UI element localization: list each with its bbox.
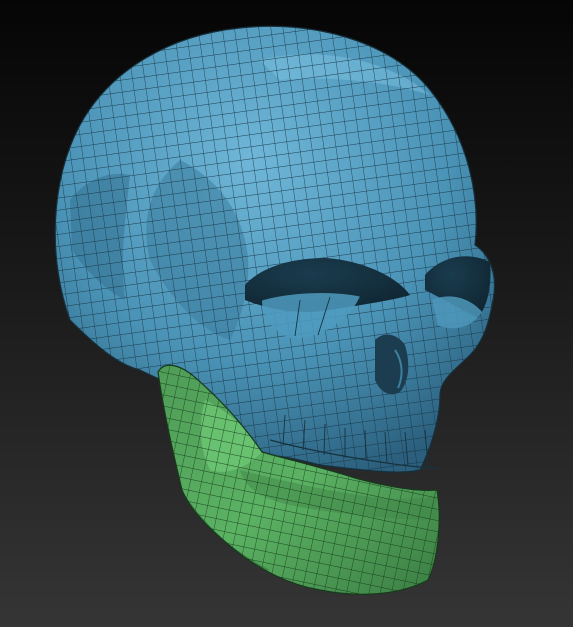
3d-viewport[interactable] — [0, 0, 573, 627]
skull-model[interactable] — [0, 0, 573, 627]
nasal-cavity — [375, 334, 409, 395]
